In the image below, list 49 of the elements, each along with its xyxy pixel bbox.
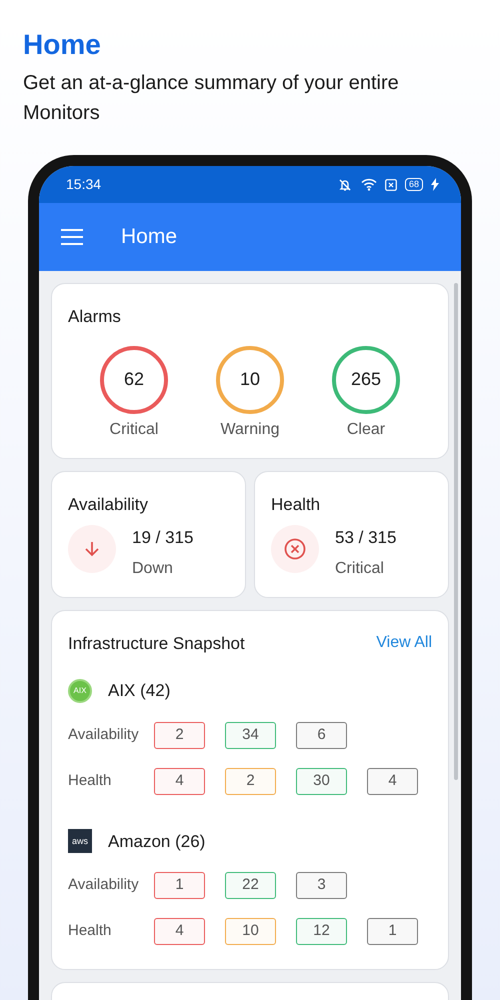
count-chip[interactable]: 2 [225,768,276,794]
page-subtitle: Get an at-a-glance summary of your entire Monitors [23,71,400,126]
row-label: Availability [68,724,140,745]
app-bar-title: Home [121,224,178,250]
count-chip[interactable]: 2 [154,722,205,748]
count-chip[interactable]: 4 [154,918,205,945]
view-all-link[interactable]: View All [376,630,432,654]
count-chip[interactable]: 6 [296,722,347,748]
status-time: 15:34 [66,175,102,194]
group-name: Amazon (26) [108,830,206,852]
close-box-icon [384,178,397,190]
aws-logo: aws [68,829,92,854]
row-label: Health [68,921,112,942]
charging-bolt-icon [431,178,439,191]
alarm-count[interactable]: 265 [332,346,400,414]
count-chip[interactable]: 12 [296,918,347,945]
alarm-count[interactable]: 62 [100,346,168,414]
alarm-label: Warning [220,420,280,440]
wifi-icon [360,178,377,191]
card-title: Alarms [68,306,122,328]
count-chip[interactable]: 30 [296,768,347,794]
alarm-label: Clear [346,420,386,440]
row-label: Availability [68,875,140,896]
card-title: Health [271,494,322,516]
count-chip[interactable]: 4 [154,768,205,794]
summary-label: Critical [335,558,385,578]
group-name: AIX (42) [108,680,170,702]
alarm-count[interactable]: 10 [216,346,284,414]
muted-bell-icon [336,178,353,192]
menu-icon [61,229,83,245]
count-chip[interactable]: 22 [225,872,276,899]
count-chip[interactable]: 10 [225,918,276,945]
page-title: Home [23,28,102,62]
summary-label: Down [132,558,174,578]
summary-value: 19 / 315 [132,527,194,549]
aix-logo: AIX [68,678,92,703]
count-chip[interactable]: 1 [154,872,205,899]
row-label: Health [68,770,112,791]
error-circle-icon [271,525,319,573]
count-chip[interactable]: 3 [296,872,347,899]
summary-value: 53 / 315 [335,527,396,549]
battery-level: 68 [404,178,423,191]
card-title: Infrastructure Snapshot [68,632,245,654]
count-chip[interactable]: 1 [367,918,418,945]
count-chip[interactable]: 34 [225,722,276,748]
card-title: Availability [68,494,150,516]
alarm-label: Critical [110,420,158,440]
count-chip[interactable]: 4 [367,768,418,794]
menu-button[interactable] [61,229,83,245]
